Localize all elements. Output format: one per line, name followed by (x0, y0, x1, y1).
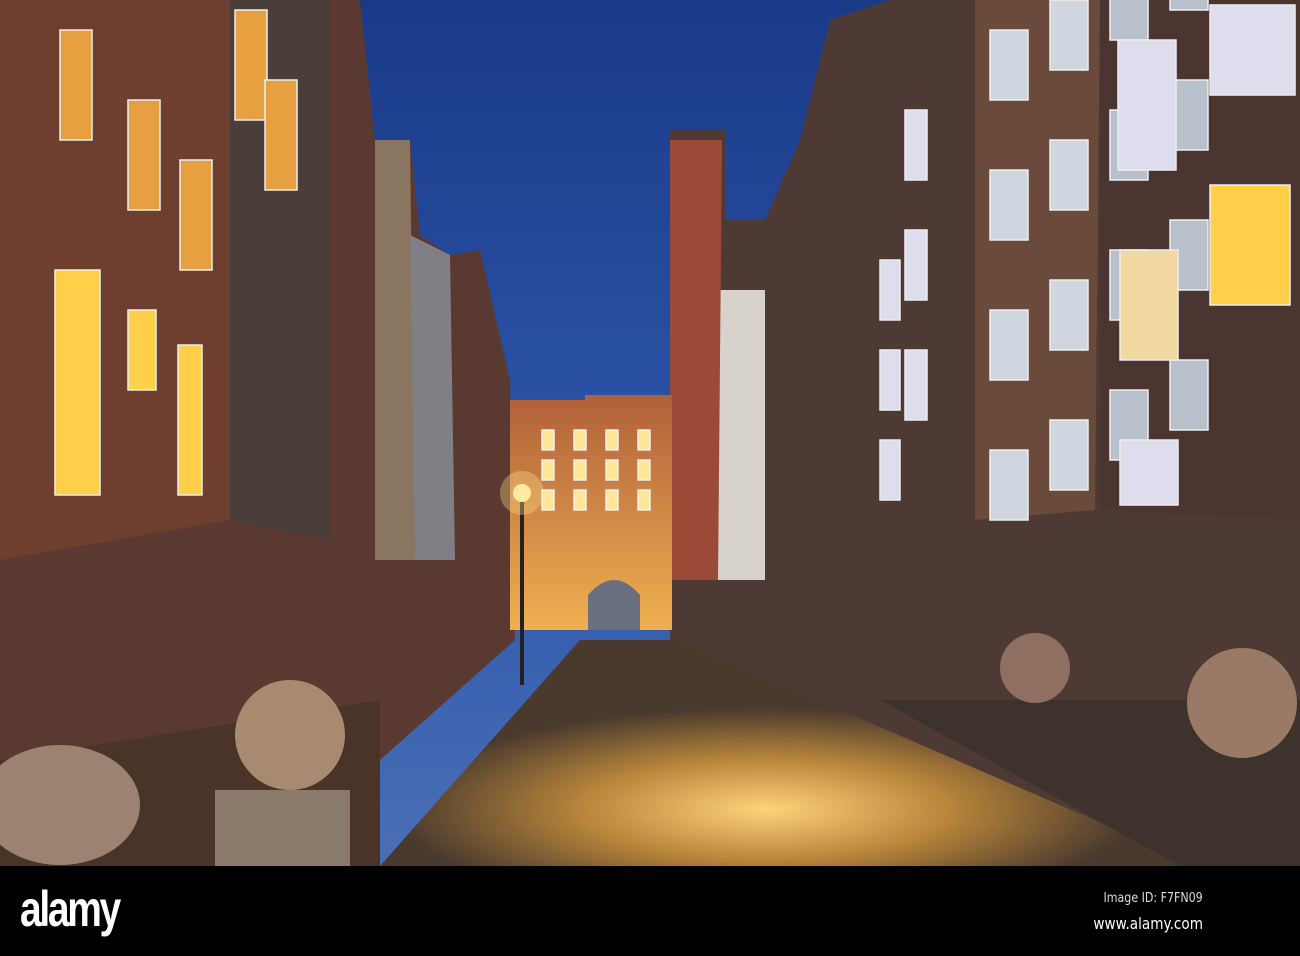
window (1169, 359, 1209, 431)
window (1049, 279, 1089, 351)
window (1119, 439, 1179, 506)
window (54, 269, 101, 496)
window (904, 109, 928, 181)
window (989, 29, 1029, 101)
window (573, 459, 587, 481)
window (879, 349, 901, 411)
window (1049, 419, 1089, 491)
window (1109, 0, 1149, 41)
window (1117, 39, 1177, 171)
window (127, 309, 157, 391)
window (1049, 0, 1089, 71)
window (234, 9, 268, 121)
stock-photo-page: alamy Image ID: F7FN09 www.alamy.com (0, 0, 1300, 956)
window (573, 429, 587, 451)
window (541, 489, 555, 511)
window (637, 489, 651, 511)
window (1119, 249, 1179, 361)
window (177, 344, 203, 496)
window (989, 309, 1029, 381)
image-id: Image ID: F7FN09 (1103, 891, 1203, 906)
window (1209, 4, 1296, 96)
window (179, 159, 213, 271)
stone-ball (1000, 633, 1070, 703)
window (989, 449, 1029, 521)
window (541, 429, 555, 451)
window (1169, 0, 1209, 11)
window (605, 459, 619, 481)
window (541, 459, 555, 481)
window (879, 439, 901, 501)
window (904, 349, 928, 421)
window (1049, 139, 1089, 211)
window (605, 429, 619, 451)
window (989, 169, 1029, 241)
window (605, 489, 619, 511)
window (1209, 184, 1291, 306)
stone-ball (235, 680, 345, 790)
watermark-footer: alamy Image ID: F7FN09 www.alamy.com (0, 866, 1300, 956)
alamy-logo: alamy (20, 881, 121, 937)
stone-ball (1187, 648, 1297, 758)
window (879, 259, 901, 321)
gate-arch (588, 580, 640, 630)
window (127, 99, 161, 211)
website-url: www.alamy.com (1093, 914, 1203, 933)
window (59, 29, 93, 141)
window (264, 79, 298, 191)
window (637, 429, 651, 451)
window (573, 489, 587, 511)
street-photo (0, 0, 1300, 866)
window (637, 459, 651, 481)
window (904, 229, 928, 301)
